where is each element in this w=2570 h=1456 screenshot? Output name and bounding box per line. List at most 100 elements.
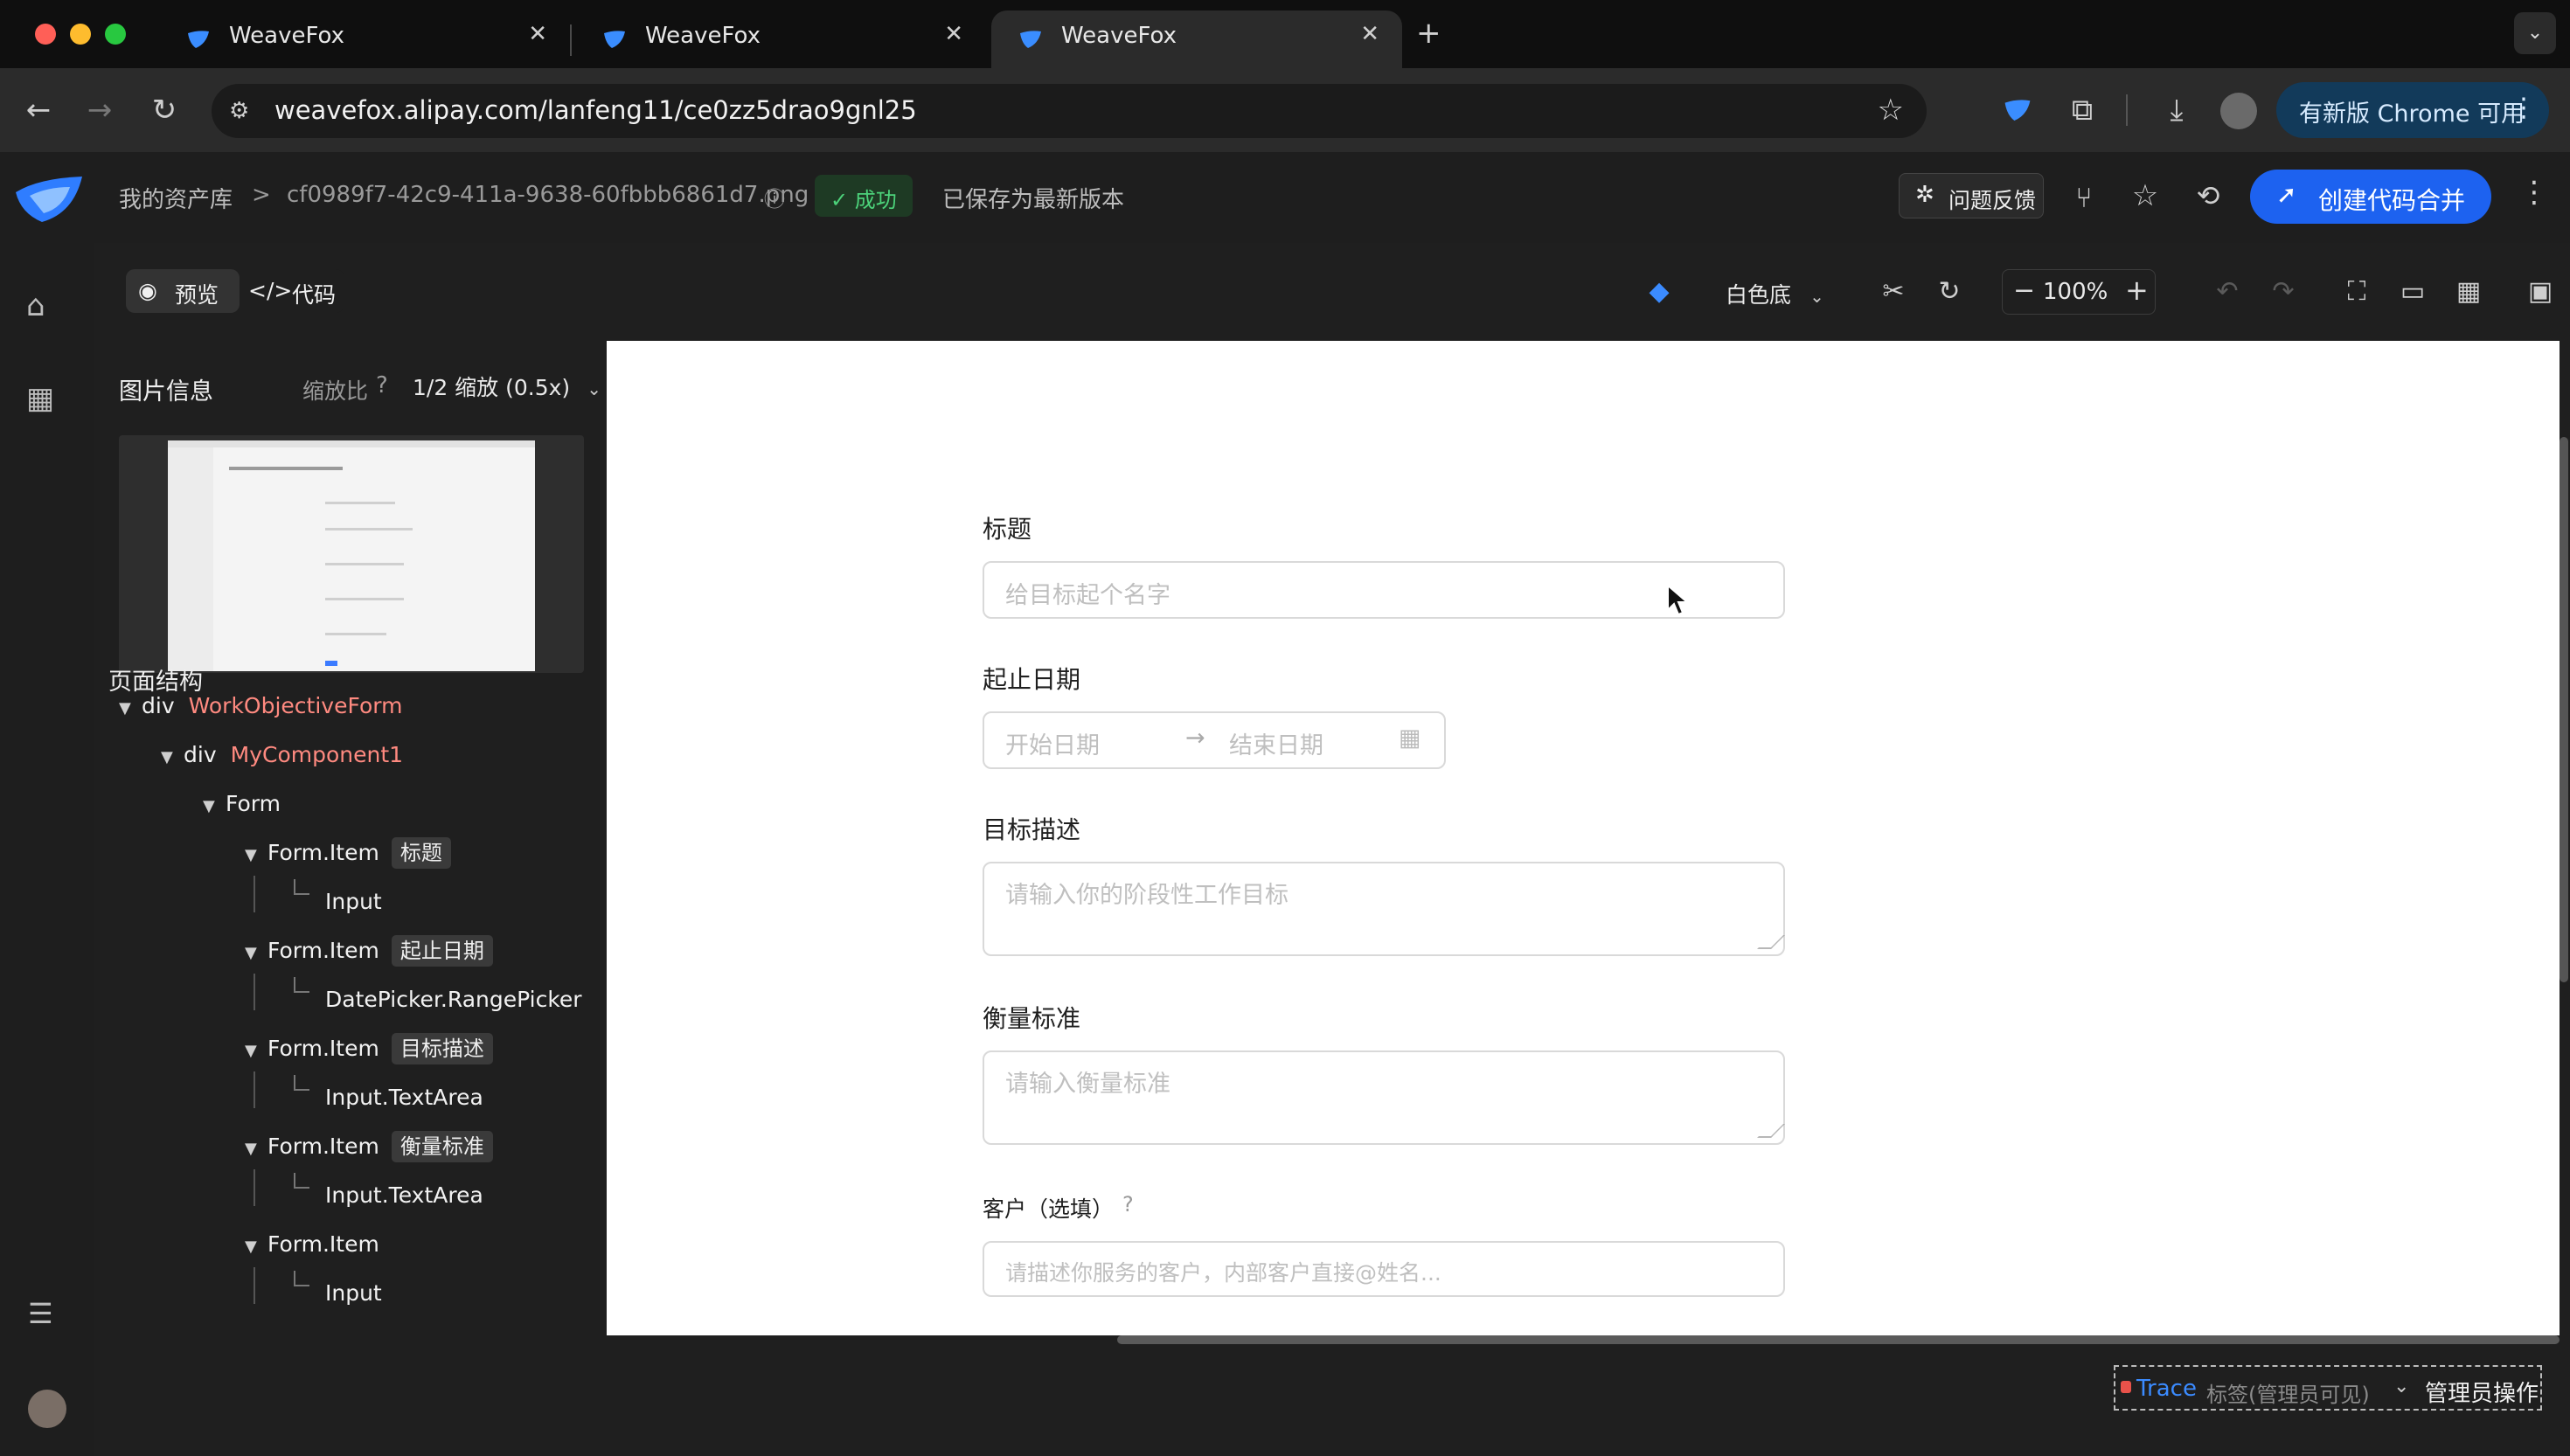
tree-node[interactable]: Input — [325, 1274, 382, 1313]
profile-avatar[interactable] — [2220, 93, 2257, 129]
zoom-control: − 100% + — [2002, 269, 2156, 315]
browser-tab[interactable]: WeaveFox ✕ — [159, 10, 570, 68]
bookmark-star-icon[interactable]: ☆ — [1878, 93, 1904, 128]
weavefox-logo-icon[interactable] — [12, 173, 84, 225]
browser-tab-active[interactable]: WeaveFox ✕ — [991, 10, 1402, 68]
branch-icon[interactable]: ⑂ — [2063, 177, 2105, 218]
resize-handle-icon[interactable] — [1757, 1124, 1785, 1138]
tab-code[interactable]: </> 代码 — [248, 269, 344, 313]
back-icon[interactable]: ← — [17, 89, 59, 131]
close-tab-icon[interactable]: ✕ — [1360, 21, 1379, 47]
mouse-cursor-icon — [1667, 584, 1690, 616]
zoom-out-icon[interactable]: − — [2013, 275, 2035, 306]
zoom-in-icon[interactable]: + — [2125, 274, 2149, 307]
trace-bar: Trace 标签(管理员可见) ⌄ 管理员操作 — [2114, 1365, 2542, 1411]
tab-preview[interactable]: ◉ 预览 — [126, 269, 240, 313]
fit-screen-icon[interactable]: ⛶ — [2337, 273, 2376, 311]
title-input[interactable]: 给目标起个名字 — [983, 561, 1785, 619]
paint-bucket-icon[interactable]: ◆ — [1640, 273, 1678, 311]
reload-icon[interactable]: ↻ — [143, 89, 185, 131]
tree-node[interactable]: ▼ Form — [203, 785, 281, 823]
user-avatar[interactable] — [28, 1390, 66, 1428]
tree-node[interactable]: ▼ div MyComponent1 — [161, 736, 403, 774]
weavefox-extension-icon[interactable] — [2002, 94, 2033, 129]
caret-down-icon: ▼ — [245, 1042, 257, 1060]
apps-grid-icon[interactable]: ▦ — [26, 381, 54, 416]
undo-icon[interactable]: ↶ — [2208, 273, 2247, 311]
trace-link[interactable]: Trace — [2136, 1376, 2197, 1402]
description-placeholder: 请输入你的阶段性工作目标 — [1005, 882, 1288, 909]
resize-handle-icon[interactable] — [1757, 935, 1785, 949]
download-icon[interactable]: ⤓ — [2156, 89, 2198, 131]
tree-node[interactable]: ▼ Form.Item 标题 — [245, 834, 451, 872]
vertical-scrollbar[interactable] — [2560, 437, 2568, 982]
more-menu-icon[interactable]: ⋮ — [2519, 175, 2549, 210]
save-icon[interactable]: ▣ — [2521, 273, 2560, 311]
horizontal-scrollbar[interactable] — [1117, 1335, 2560, 1344]
favorite-star-icon[interactable]: ☆ — [2124, 175, 2166, 217]
canvas-toolbar: ◆ 白色底 ⌄ ✂ ↻ − 100% + ↶ ↷ ⛶ ▭ ▦ ▣ — [607, 243, 2570, 341]
customer-placeholder: 请描述你服务的客户，内部客户直接@姓名... — [1005, 1260, 1441, 1286]
tree-node[interactable]: ▼ Form.Item 目标描述 — [245, 1030, 493, 1068]
feedback-label: 问题反馈 — [1948, 188, 2037, 213]
browser-tab[interactable]: WeaveFox ✕ — [575, 10, 986, 68]
measure-textarea[interactable]: 请输入衡量标准 — [983, 1050, 1785, 1145]
tree-node[interactable]: Input — [325, 883, 382, 921]
admin-actions-button[interactable]: 管理员操作 — [2425, 1376, 2539, 1408]
feedback-button[interactable]: ✲ 问题反馈 — [1899, 173, 2044, 218]
tree-node[interactable]: ▼ Form.Item 起止日期 — [245, 932, 493, 970]
date-range-picker[interactable]: 开始日期 → 结束日期 ▦ — [983, 711, 1446, 769]
scale-value: 1/2 缩放 (0.5x) — [413, 375, 571, 400]
redo-icon[interactable]: ↷ — [2264, 273, 2303, 311]
chrome-update-chip[interactable]: 有新版 Chrome 可用 ⋮ — [2276, 82, 2549, 138]
scale-select[interactable]: 1/2 缩放 (0.5x) ⌄ — [413, 371, 601, 402]
customer-input[interactable]: 请描述你服务的客户，内部客户直接@姓名... — [983, 1241, 1785, 1297]
tree-node[interactable]: ▼ Form.Item — [245, 1225, 379, 1264]
scissors-icon[interactable]: ✂ — [1874, 273, 1913, 311]
minimize-window-button[interactable] — [70, 24, 91, 45]
more-menu-icon[interactable]: ⋮ — [2511, 93, 2537, 123]
tree-node[interactable]: Input.TextArea — [325, 1176, 483, 1215]
tree-node[interactable]: Input.TextArea — [325, 1078, 483, 1117]
chevron-down-icon: ⌄ — [1809, 286, 1824, 307]
breadcrumb-separator: > — [252, 182, 271, 208]
image-thumbnail[interactable] — [119, 435, 584, 673]
chevron-down-icon[interactable]: ⌄ — [2393, 1376, 2409, 1397]
new-tab-icon[interactable]: + — [1416, 16, 1441, 51]
close-tab-icon[interactable]: ✕ — [944, 21, 963, 47]
help-icon[interactable]: ? — [376, 372, 388, 399]
title-label: 标题 — [983, 515, 1032, 544]
preview-canvas: 标题 给目标起个名字 起止日期 开始日期 → 结束日期 ▦ 目标描述 请输入你的… — [607, 341, 2560, 1335]
help-icon[interactable]: ? — [1122, 1192, 1134, 1217]
measure-label: 衡量标准 — [983, 1004, 1081, 1033]
range-arrow: → — [1185, 725, 1205, 752]
tree-node[interactable]: ▼ div WorkObjectiveForm — [119, 687, 402, 725]
home-icon[interactable]: ⌂ — [26, 288, 45, 323]
info-icon[interactable]: ⓘ — [764, 182, 785, 212]
qr-code-icon[interactable]: ▦ — [2449, 273, 2488, 311]
create-merge-button[interactable]: ➚ 创建代码合并 — [2250, 170, 2491, 224]
site-settings-icon[interactable]: ⚙ — [229, 98, 249, 124]
browser-tab-strip: WeaveFox ✕ WeaveFox ✕ WeaveFox ✕ + ⌄ — [0, 0, 2570, 68]
address-bar[interactable]: ⚙ weavefox.alipay.com/lanfeng11/ce0zz5dr… — [212, 84, 1927, 138]
extensions-puzzle-icon[interactable]: ⧉ — [2061, 89, 2103, 131]
tree-node[interactable]: DatePicker.RangePicker — [325, 981, 582, 1019]
refresh-icon[interactable]: ↻ — [1930, 273, 1969, 311]
maximize-window-button[interactable] — [105, 24, 126, 45]
breadcrumb-root[interactable]: 我的资产库 — [119, 182, 233, 214]
history-icon[interactable]: ⟲ — [2187, 175, 2229, 217]
tab-code-label: 代码 — [292, 282, 337, 308]
close-tab-icon[interactable]: ✕ — [528, 21, 547, 47]
tree-node[interactable]: ▼ Form.Item 衡量标准 — [245, 1127, 493, 1166]
document-icon[interactable]: ☰ — [28, 1297, 53, 1330]
forward-icon[interactable]: → — [79, 89, 121, 131]
end-date-placeholder: 结束日期 — [1229, 732, 1323, 759]
background-select[interactable]: 白色底 ⌄ — [1726, 278, 1824, 309]
close-window-button[interactable] — [35, 24, 56, 45]
tab-search-icon[interactable]: ⌄ — [2514, 12, 2556, 54]
scale-label: 缩放比 — [302, 378, 369, 404]
description-textarea[interactable]: 请输入你的阶段性工作目标 — [983, 862, 1785, 956]
update-chip-label: 有新版 Chrome 可用 — [2299, 101, 2525, 128]
weavefox-favicon-icon — [188, 31, 209, 48]
device-preview-icon[interactable]: ▭ — [2393, 273, 2432, 311]
